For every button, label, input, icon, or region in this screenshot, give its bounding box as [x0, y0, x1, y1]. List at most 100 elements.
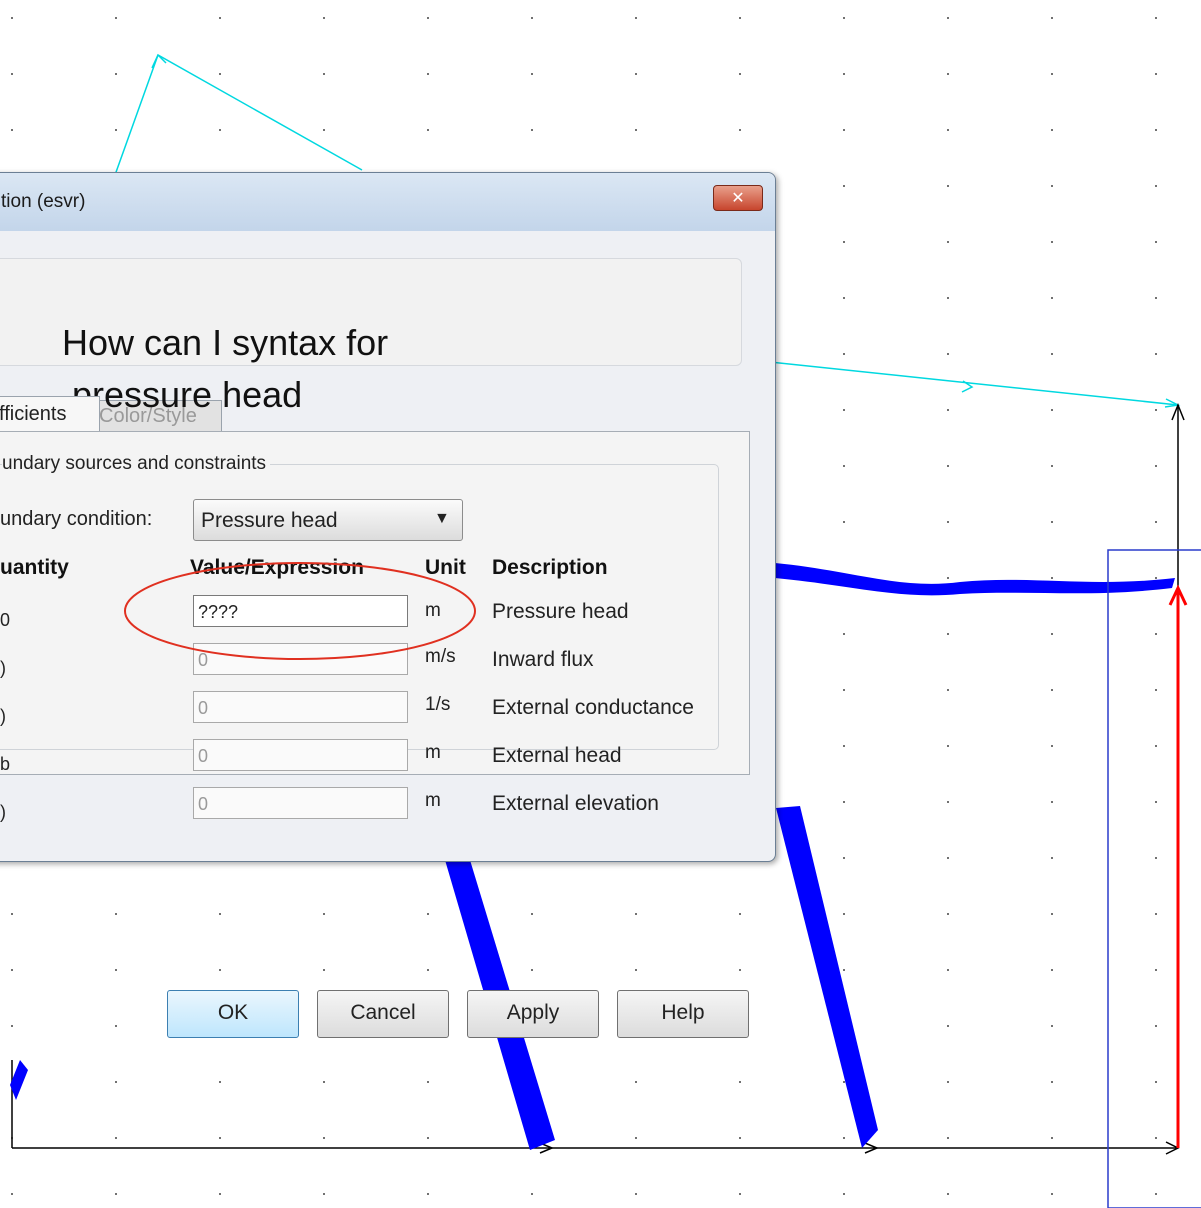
grid-dot	[635, 913, 637, 915]
grid-dot	[1155, 1081, 1157, 1083]
apply-button[interactable]: Apply	[467, 990, 599, 1038]
grid-dot	[115, 913, 117, 915]
grid-dot	[739, 129, 741, 131]
grid-dot	[843, 297, 845, 299]
grid-dot	[323, 969, 325, 971]
grid-dot	[947, 353, 949, 355]
grid-dot	[1155, 913, 1157, 915]
grid-dot	[635, 17, 637, 19]
cancel-button[interactable]: Cancel	[317, 990, 449, 1038]
grid-dot	[1155, 17, 1157, 19]
dialog-titlebar[interactable]: tion (esvr) ✕	[0, 173, 775, 231]
grid-dot	[115, 969, 117, 971]
grid-dot	[843, 465, 845, 467]
grid-dot	[947, 241, 949, 243]
external-conductance-input[interactable]: 0	[193, 691, 408, 723]
row-unit: 1/s	[425, 694, 451, 715]
grid-dot	[947, 577, 949, 579]
grid-dot	[1155, 297, 1157, 299]
grid-dot	[843, 521, 845, 523]
grid-dot	[115, 73, 117, 75]
boundary-condition-label: undary condition:	[0, 508, 153, 530]
grid-dot	[843, 73, 845, 75]
grid-dot	[115, 1025, 117, 1027]
blue-flow-top	[775, 563, 1175, 596]
grid-dot	[1051, 17, 1053, 19]
grid-dot	[843, 353, 845, 355]
grid-dot	[219, 969, 221, 971]
grid-dot	[219, 1193, 221, 1195]
grid-dot	[427, 1137, 429, 1139]
row-quantity: )	[0, 706, 6, 726]
ok-button[interactable]: OK	[167, 990, 299, 1038]
grid-dot	[11, 129, 13, 131]
tab-coefficients[interactable]: fficients	[0, 396, 100, 431]
grid-dot	[1051, 633, 1053, 635]
grid-dot	[843, 129, 845, 131]
grid-dot	[843, 17, 845, 19]
col-header-description: Description	[492, 556, 608, 579]
grid-dot	[1051, 1193, 1053, 1195]
grid-dot	[427, 913, 429, 915]
grid-dot	[531, 17, 533, 19]
external-elevation-input[interactable]: 0	[193, 787, 408, 819]
grid-dot	[1051, 1025, 1053, 1027]
grid-dot	[1155, 857, 1157, 859]
grid-dot	[843, 185, 845, 187]
grid-dot	[947, 1193, 949, 1195]
grid-dot	[115, 1193, 117, 1195]
grid-dot	[11, 73, 13, 75]
grid-dot	[1155, 465, 1157, 467]
annotation-line-1: How can I syntax for	[62, 322, 389, 363]
grid-dot	[323, 1137, 325, 1139]
grid-dot	[947, 129, 949, 131]
grid-dot	[947, 745, 949, 747]
row-quantity: 0	[0, 610, 11, 630]
grid-dot	[1155, 521, 1157, 523]
close-icon[interactable]: ✕	[713, 185, 763, 211]
grid-dot	[947, 1081, 949, 1083]
grid-dot	[635, 1193, 637, 1195]
grid-dot	[1051, 1137, 1053, 1139]
grid-dot	[219, 1137, 221, 1139]
grid-dot	[1051, 129, 1053, 131]
grid-dot	[219, 17, 221, 19]
external-head-input[interactable]: 0	[193, 739, 408, 771]
grid-dot	[1051, 465, 1053, 467]
grid-dot	[635, 969, 637, 971]
help-button[interactable]: Help	[617, 990, 749, 1038]
grid-dot	[1051, 297, 1053, 299]
grid-dot	[1155, 185, 1157, 187]
grid-dot	[947, 73, 949, 75]
grid-dot	[1051, 913, 1053, 915]
grid-dot	[531, 1193, 533, 1195]
grid-dot	[323, 17, 325, 19]
row-description: External conductance	[492, 696, 694, 719]
grid-dot	[323, 1081, 325, 1083]
grid-dot	[219, 129, 221, 131]
grid-dot	[1155, 1193, 1157, 1195]
grid-dot	[1051, 857, 1053, 859]
grid-dot	[947, 465, 949, 467]
row-quantity: )	[0, 658, 6, 678]
row-unit: m	[425, 742, 441, 763]
boundary-condition-value: Pressure head	[201, 509, 338, 532]
row-description: External elevation	[492, 792, 659, 815]
grid-dot	[115, 17, 117, 19]
grid-dot	[843, 913, 845, 915]
grid-dot	[1051, 577, 1053, 579]
grid-dot	[531, 129, 533, 131]
selection-box	[1107, 549, 1201, 1208]
grid-dot	[947, 969, 949, 971]
grid-dot	[1155, 633, 1157, 635]
grid-dot	[323, 129, 325, 131]
grid-dot	[1155, 353, 1157, 355]
cyan-edge-top	[114, 53, 363, 176]
grid-dot	[427, 129, 429, 131]
highlight-ellipse	[124, 562, 476, 660]
grid-dot	[739, 1193, 741, 1195]
grid-dot	[1051, 409, 1053, 411]
grid-dot	[219, 913, 221, 915]
grid-dot	[427, 17, 429, 19]
boundary-condition-select[interactable]: Pressure head ▼	[193, 499, 463, 541]
